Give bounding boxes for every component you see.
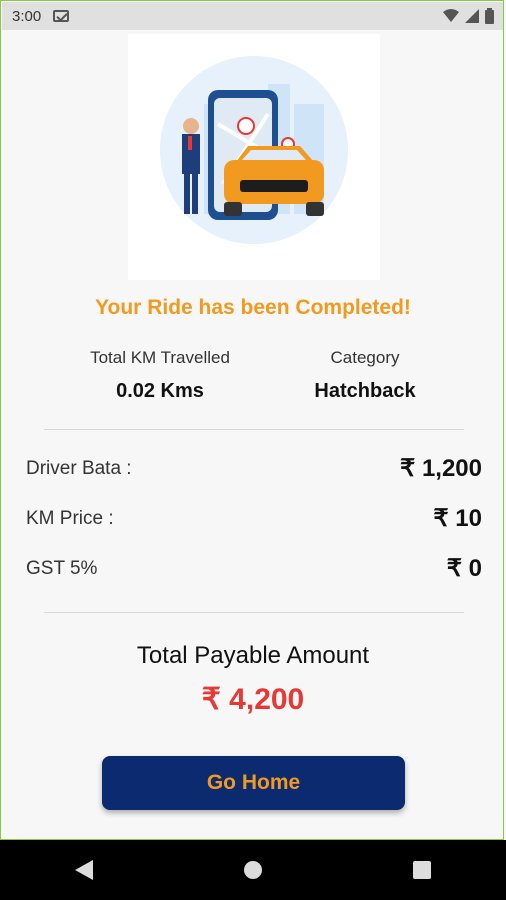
recents-icon[interactable] — [392, 850, 452, 890]
back-icon[interactable] — [54, 850, 114, 890]
screen-border — [0, 0, 504, 840]
home-icon[interactable] — [223, 850, 283, 890]
app-screen: 3:00 Your Ride has been Completed! Total… — [0, 0, 506, 900]
system-nav-bar — [0, 840, 506, 900]
